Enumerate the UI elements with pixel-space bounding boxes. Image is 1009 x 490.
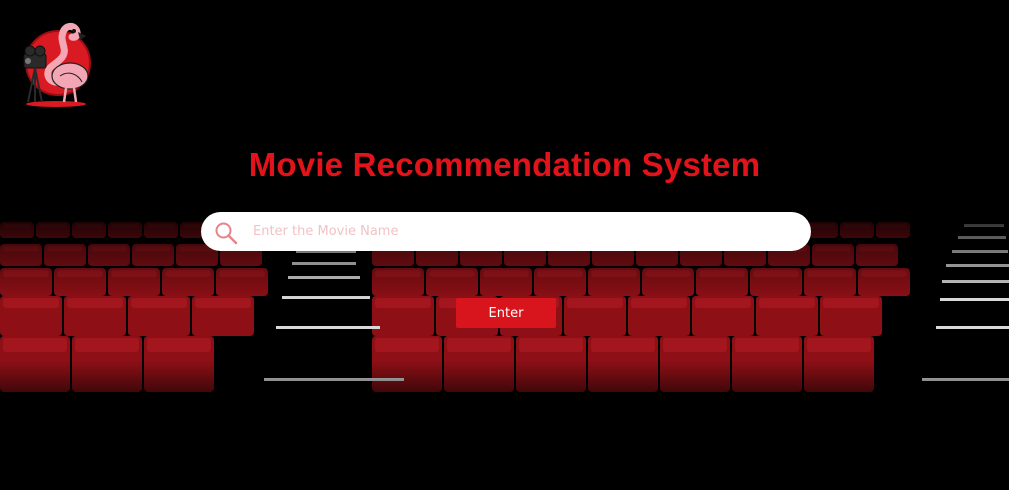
page-title: Movie Recommendation System [248, 146, 761, 183]
search-input[interactable] [253, 216, 793, 247]
enter-button[interactable]: Enter [456, 298, 556, 328]
page-background: Movie Recommendation System Enter [0, 0, 1009, 490]
flamingo-camera-logo-icon [23, 22, 91, 107]
search-bar[interactable] [201, 212, 811, 251]
search-icon [215, 222, 238, 245]
